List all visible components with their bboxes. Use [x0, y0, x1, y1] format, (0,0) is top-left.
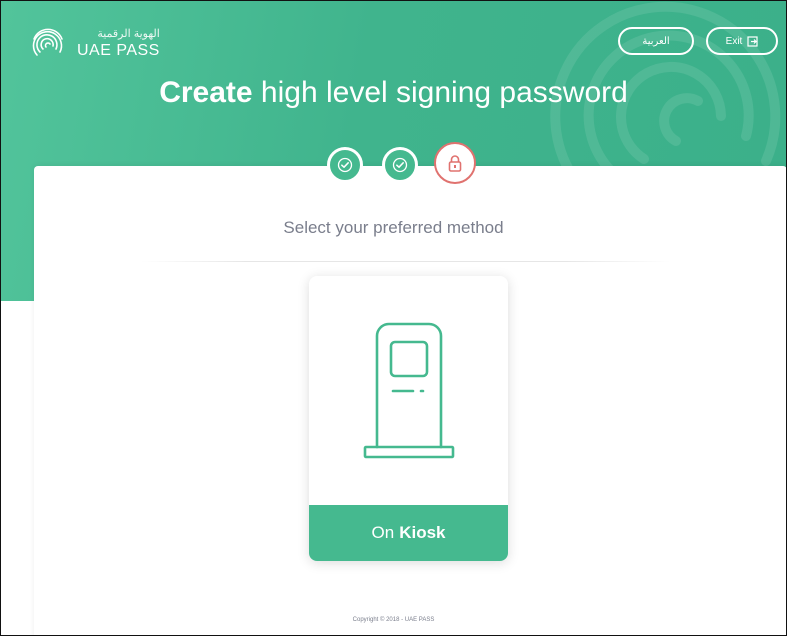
page-title-rest: high level signing password — [260, 76, 628, 109]
brand-logo[interactable]: الهوية الرقمية UAE PASS — [25, 21, 160, 67]
section-divider — [141, 261, 671, 262]
method-prompt: Select your preferred method — [283, 218, 504, 237]
copyright-text: Copyright © 2018 - UAE PASS — [352, 617, 435, 623]
step-2-completed — [382, 147, 418, 183]
page-title-bold: Create — [159, 76, 253, 109]
progress-steps — [1, 142, 786, 190]
language-button-label: العربية — [642, 35, 670, 47]
brand-name: UAE PASS — [77, 42, 160, 59]
kiosk-icon — [363, 322, 455, 459]
language-button[interactable]: العربية — [618, 27, 694, 55]
exit-icon — [747, 35, 758, 47]
exit-button-label: Exit — [725, 35, 743, 47]
check-icon — [392, 157, 408, 173]
step-3-current — [434, 142, 476, 184]
kiosk-option-card[interactable]: On Kiosk — [309, 276, 508, 561]
check-icon — [337, 157, 353, 173]
kiosk-label-prefix: On — [371, 523, 395, 542]
exit-button[interactable]: Exit — [706, 27, 778, 55]
fingerprint-icon — [32, 28, 63, 56]
lock-icon — [448, 155, 462, 172]
step-1-completed — [327, 147, 363, 183]
page-frame: الهوية الرقمية UAE PASS العربية Exit Cre… — [0, 0, 787, 636]
on-kiosk-button[interactable]: On Kiosk — [309, 505, 508, 561]
page-title: Create high level signing password — [1, 76, 786, 110]
kiosk-label-bold: Kiosk — [399, 523, 446, 542]
brand-arabic-name: الهوية الرقمية — [97, 28, 160, 40]
